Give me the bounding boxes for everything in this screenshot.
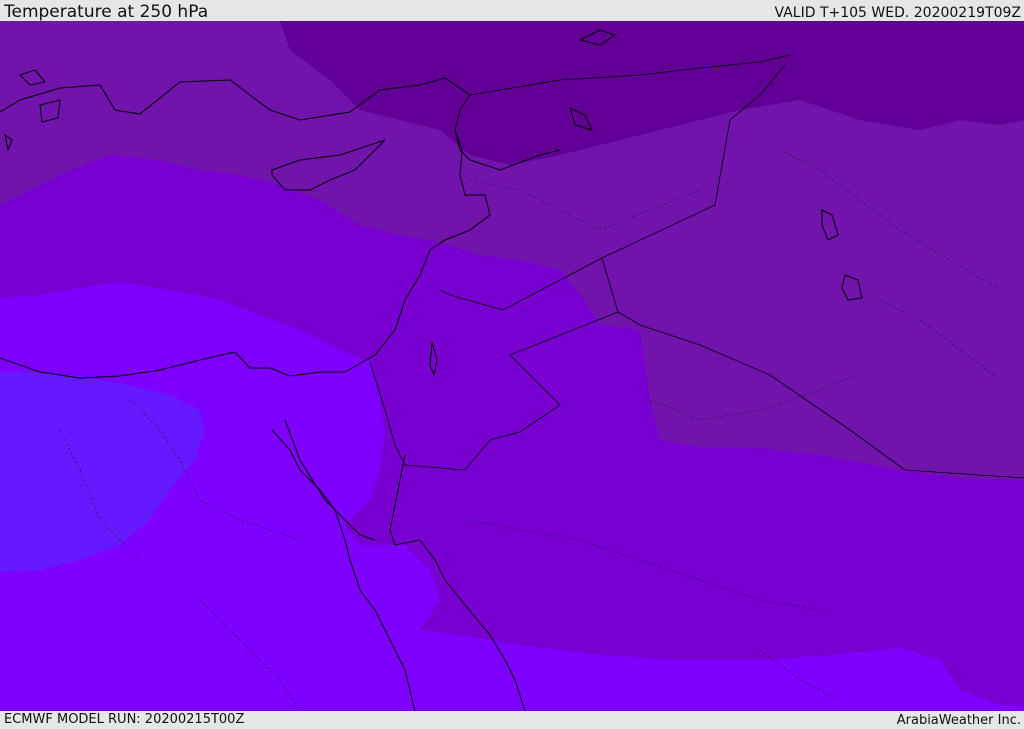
header-bar: Temperature at 250 hPa VALID T+105 WED. … (0, 0, 1024, 21)
credit-label: ArabiaWeather Inc. (896, 713, 1021, 728)
map-frame: Temperature at 250 hPa VALID T+105 WED. … (0, 0, 1024, 729)
temperature-map (0, 21, 1024, 711)
footer-bar: ECMWF MODEL RUN: 20200215T00Z ArabiaWeat… (0, 711, 1024, 729)
valid-time: VALID T+105 WED. 20200219T09Z (774, 5, 1021, 21)
temperature-shading (0, 21, 1024, 711)
map-title: Temperature at 250 hPa (4, 2, 209, 22)
model-run-label: ECMWF MODEL RUN: 20200215T00Z (4, 712, 245, 727)
